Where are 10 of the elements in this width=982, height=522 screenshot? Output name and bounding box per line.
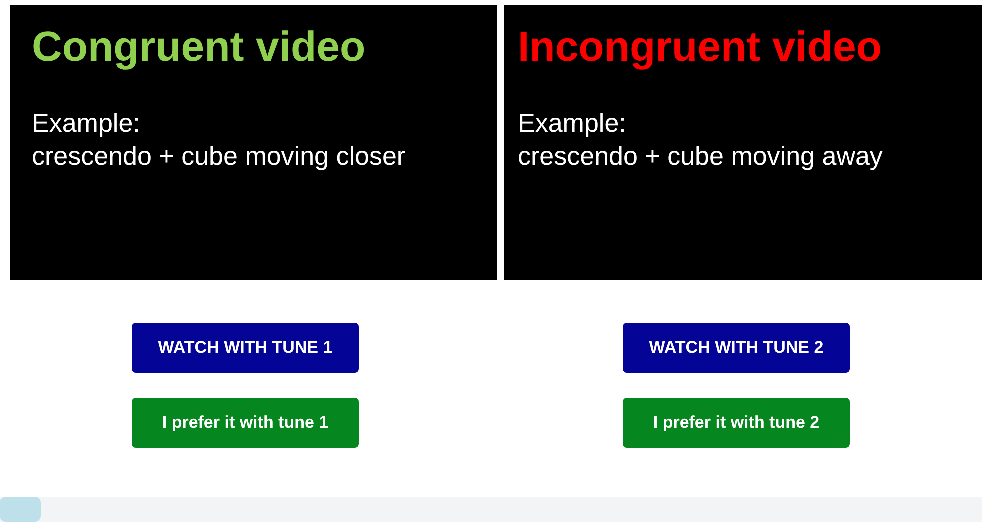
prefer-button[interactable]: I prefer it with tune 1: [132, 398, 359, 448]
video-title: Congruent video: [32, 23, 367, 71]
example-text: Example:: [32, 107, 140, 140]
example-text: crescendo + cube moving away: [518, 140, 883, 173]
video-title: Incongruent video: [518, 23, 884, 71]
watch-button[interactable]: WATCH WITH TUNE 2: [623, 323, 850, 373]
example-text: Example:: [518, 107, 626, 140]
example-text: crescendo + cube moving closer: [32, 140, 406, 173]
prefer-button[interactable]: I prefer it with tune 2: [623, 398, 850, 448]
watch-button[interactable]: WATCH WITH TUNE 1: [132, 323, 359, 373]
